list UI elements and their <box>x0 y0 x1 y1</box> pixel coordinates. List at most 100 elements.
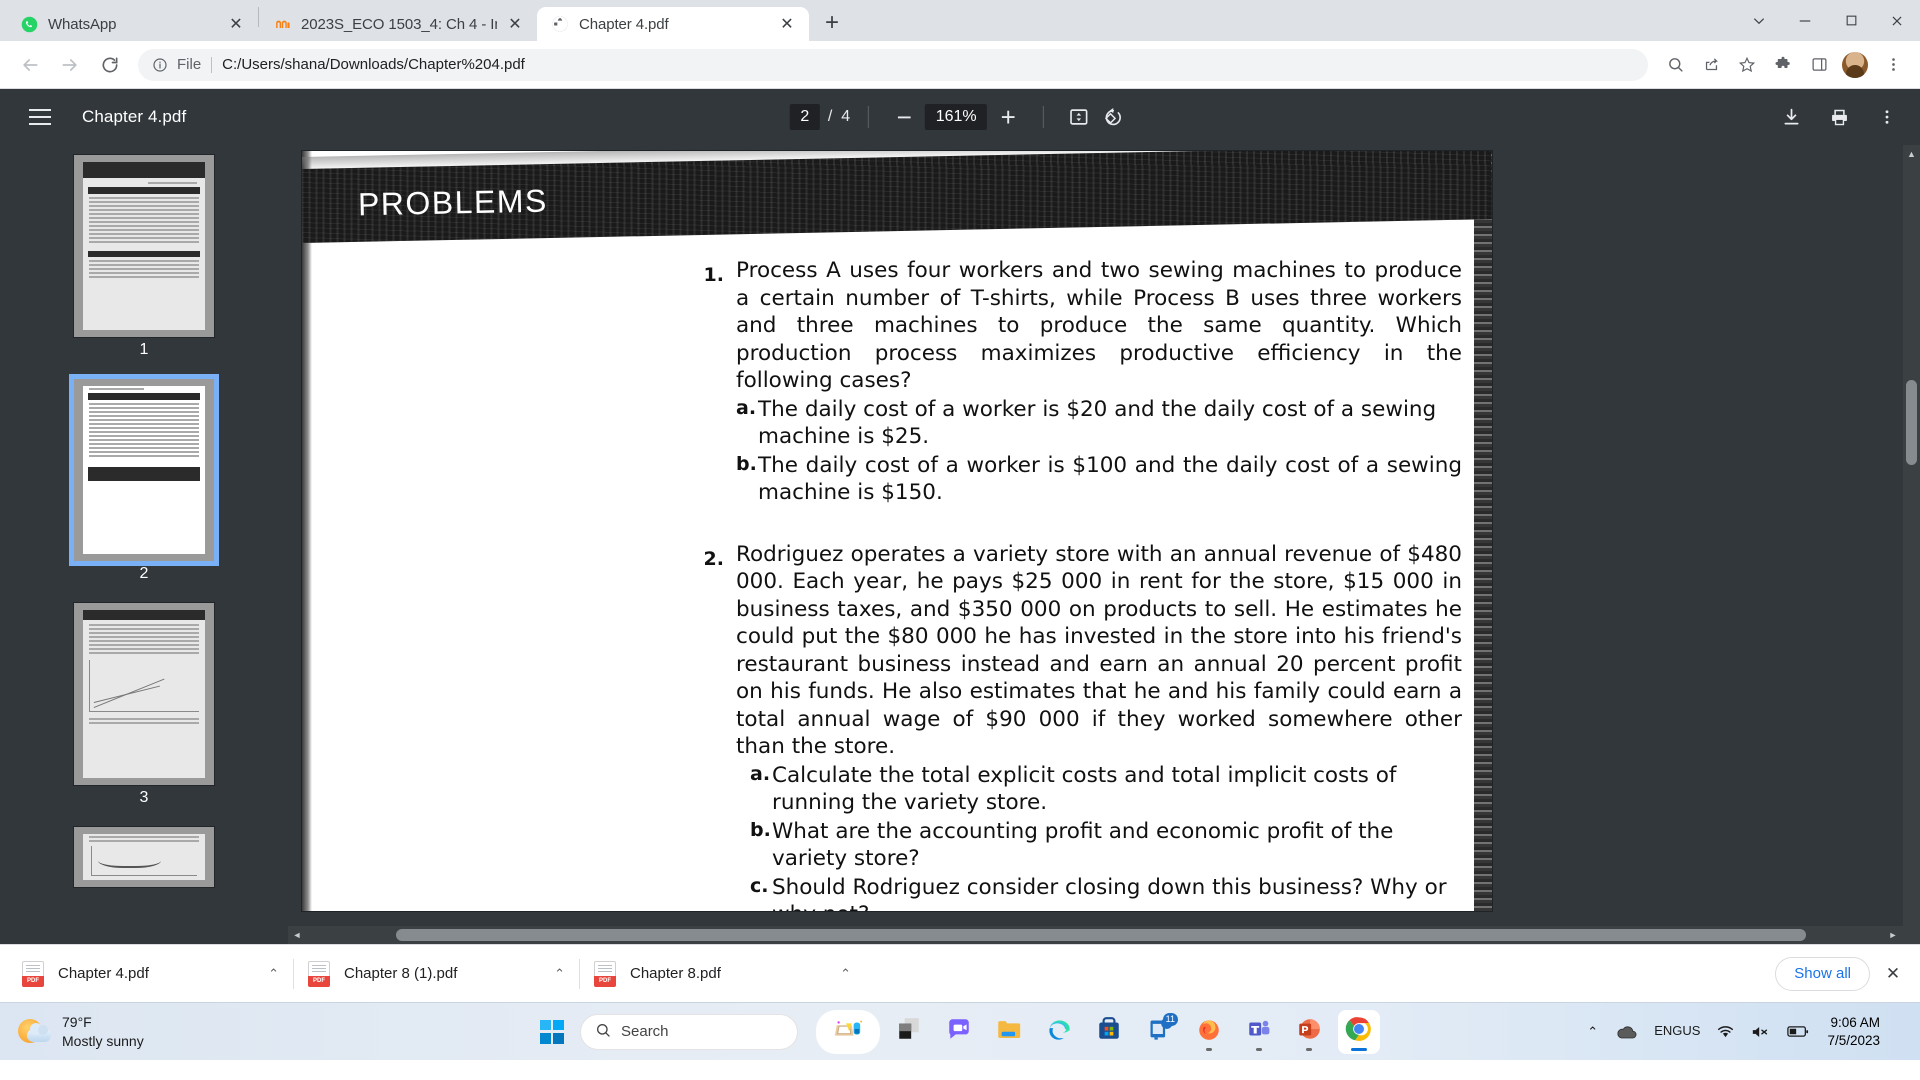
subpart-letter: b. <box>750 818 771 841</box>
shelf-right-controls: Show all ✕ <box>1775 956 1910 991</box>
taskbar-app-chat[interactable] <box>938 1010 980 1054</box>
thumbnail-page-2[interactable] <box>69 374 219 566</box>
tab-close-button[interactable]: ✕ <box>505 14 525 34</box>
scroll-up-arrow[interactable]: ▲ <box>1903 145 1920 162</box>
scroll-right-arrow[interactable]: ► <box>1884 926 1902 944</box>
language-indicator[interactable]: ENG US <box>1646 1010 1708 1054</box>
zoom-level-display[interactable]: 161% <box>925 104 988 130</box>
zoom-out-button[interactable]: − <box>887 100 921 134</box>
taskbar-app-file-explorer[interactable] <box>988 1010 1030 1054</box>
pdf-file-icon <box>22 960 44 987</box>
pdf-more-options-icon[interactable] <box>1870 100 1904 134</box>
fit-to-page-icon[interactable] <box>1062 100 1096 134</box>
maximize-button[interactable] <box>1828 0 1874 41</box>
close-shelf-button[interactable]: ✕ <box>1876 957 1910 991</box>
rotate-icon[interactable] <box>1096 100 1130 134</box>
scroll-left-arrow[interactable]: ◄ <box>288 926 306 944</box>
taskbar-app-microsoft-store[interactable] <box>1088 1010 1130 1054</box>
taskbar-app-whiteboard[interactable] <box>816 1009 880 1054</box>
show-all-downloads-button[interactable]: Show all <box>1775 956 1870 991</box>
taskbar-app-cards[interactable] <box>888 1010 930 1054</box>
taskbar-search-box[interactable]: Search <box>580 1013 798 1050</box>
thumbnail-item[interactable]: 2 <box>69 374 219 597</box>
zoom-in-button[interactable]: + <box>991 100 1025 134</box>
taskbar-app-firefox[interactable] <box>1188 1010 1230 1054</box>
page-vertical-scrollbar[interactable]: ▲ <box>1903 145 1920 944</box>
taskbar-app-chrome[interactable] <box>1338 1009 1380 1054</box>
vertical-scrollbar-thumb[interactable] <box>1906 380 1917 465</box>
taskbar-app-teams[interactable] <box>1238 1010 1280 1054</box>
tab-strip: WhatsApp ✕ 2023S_ECO 1503_4: Ch 4 - In c… <box>0 0 1920 41</box>
pdf-body: 1 2 3 PROBLEMS 1. Process A uses four wo… <box>0 145 1920 944</box>
chrome-menu-icon[interactable] <box>1876 48 1910 82</box>
minimize-button[interactable] <box>1782 0 1828 41</box>
edge-icon <box>1046 1016 1073 1048</box>
reload-button[interactable] <box>90 45 130 85</box>
problem-subpart: c. Should Rodriguez consider closing dow… <box>750 874 1462 911</box>
tab-whatsapp[interactable]: WhatsApp ✕ <box>6 7 258 41</box>
zoom-indicator-icon[interactable] <box>1658 48 1692 82</box>
print-icon[interactable] <box>1822 100 1856 134</box>
thumbnail-page-4[interactable] <box>74 827 214 887</box>
page-horizontal-scrollbar[interactable]: ◄ ► <box>288 926 1920 944</box>
tray-overflow-button[interactable]: ⌃ <box>1579 1010 1606 1054</box>
close-window-button[interactable] <box>1874 0 1920 41</box>
download-item-chapter8-1[interactable]: Chapter 8 (1).pdf ⌃ <box>294 952 579 996</box>
taskbar-app-mail[interactable]: 11 <box>1138 1010 1180 1054</box>
weather-widget[interactable]: 79°F Mostly sunny <box>18 1013 144 1051</box>
profile-avatar[interactable] <box>1842 51 1868 78</box>
thumbnail-panel[interactable]: 1 2 3 <box>0 145 288 944</box>
thumbnail-item[interactable] <box>74 827 214 887</box>
download-icon[interactable] <box>1774 100 1808 134</box>
sidepanel-icon[interactable] <box>1802 48 1836 82</box>
subpart-text: The daily cost of a worker is $20 and th… <box>758 396 1437 450</box>
url-text: C:/Users/shana/Downloads/Chapter%204.pdf <box>222 56 525 73</box>
horizontal-scrollbar-thumb[interactable] <box>396 929 1806 941</box>
tab-chapter-4-pdf[interactable]: Chapter 4.pdf ✕ <box>537 7 809 41</box>
toolbar-divider <box>868 106 870 128</box>
tab-search-button[interactable] <box>1736 0 1782 41</box>
taskbar-app-powerpoint[interactable] <box>1288 1010 1330 1054</box>
download-item-chapter8[interactable]: Chapter 8.pdf ⌃ <box>580 952 865 996</box>
clock-date: 7/5/2023 <box>1827 1032 1880 1048</box>
download-item-chapter4[interactable]: Chapter 4.pdf ⌃ <box>8 952 293 996</box>
onedrive-icon[interactable] <box>1606 1010 1646 1054</box>
chevron-up-icon[interactable]: ⌃ <box>840 966 851 982</box>
share-icon[interactable] <box>1694 48 1728 82</box>
tab-close-button[interactable]: ✕ <box>777 14 797 34</box>
thumbnail-item[interactable]: 1 <box>74 155 214 373</box>
tab-close-button[interactable]: ✕ <box>226 14 246 34</box>
new-tab-button[interactable]: + <box>815 6 849 40</box>
thumbnail-page-3[interactable] <box>74 603 214 785</box>
extensions-icon[interactable] <box>1766 48 1800 82</box>
problem-subpart: a. Calculate the total explicit costs an… <box>750 762 1462 817</box>
pdf-page-pane[interactable]: PROBLEMS 1. Process A uses four workers … <box>288 145 1920 944</box>
chevron-up-icon[interactable]: ⌃ <box>268 966 279 982</box>
subpart-letter: a. <box>736 396 757 419</box>
taskbar-app-edge[interactable] <box>1038 1010 1080 1054</box>
subpart-letter: a. <box>750 762 771 785</box>
taskbar-clock[interactable]: 9:06 AM 7/5/2023 <box>1817 1014 1886 1049</box>
toolbar-icons <box>1656 48 1910 82</box>
start-button-icon[interactable] <box>540 1019 564 1044</box>
page-info-icon[interactable] <box>152 57 168 73</box>
current-page-input[interactable]: 2 <box>789 104 820 130</box>
horizontal-scroll-track[interactable] <box>306 926 1884 944</box>
thumbnail-page-1[interactable] <box>74 155 214 337</box>
volume-muted-icon[interactable] <box>1743 1010 1779 1054</box>
forward-button[interactable] <box>50 45 90 85</box>
thumbnail-item[interactable]: 3 <box>74 603 214 821</box>
chevron-up-icon[interactable]: ⌃ <box>554 966 565 982</box>
bookmark-star-icon[interactable] <box>1730 48 1764 82</box>
thumbnail-panel-toggle[interactable] <box>16 93 64 141</box>
wifi-icon[interactable] <box>1708 1010 1743 1054</box>
language-line-1: ENG <box>1654 1023 1683 1039</box>
download-file-name: Chapter 8.pdf <box>630 965 721 982</box>
back-button[interactable] <box>10 45 50 85</box>
file-explorer-icon <box>996 1016 1023 1048</box>
page-separator: / <box>827 108 833 125</box>
battery-icon[interactable] <box>1779 1010 1817 1054</box>
address-bar[interactable]: File C:/Users/shana/Downloads/Chapter%20… <box>138 48 1648 81</box>
firefox-icon <box>1196 1016 1222 1047</box>
tab-moodle-course[interactable]: 2023S_ECO 1503_4: Ch 4 - In clas ✕ <box>259 7 537 41</box>
